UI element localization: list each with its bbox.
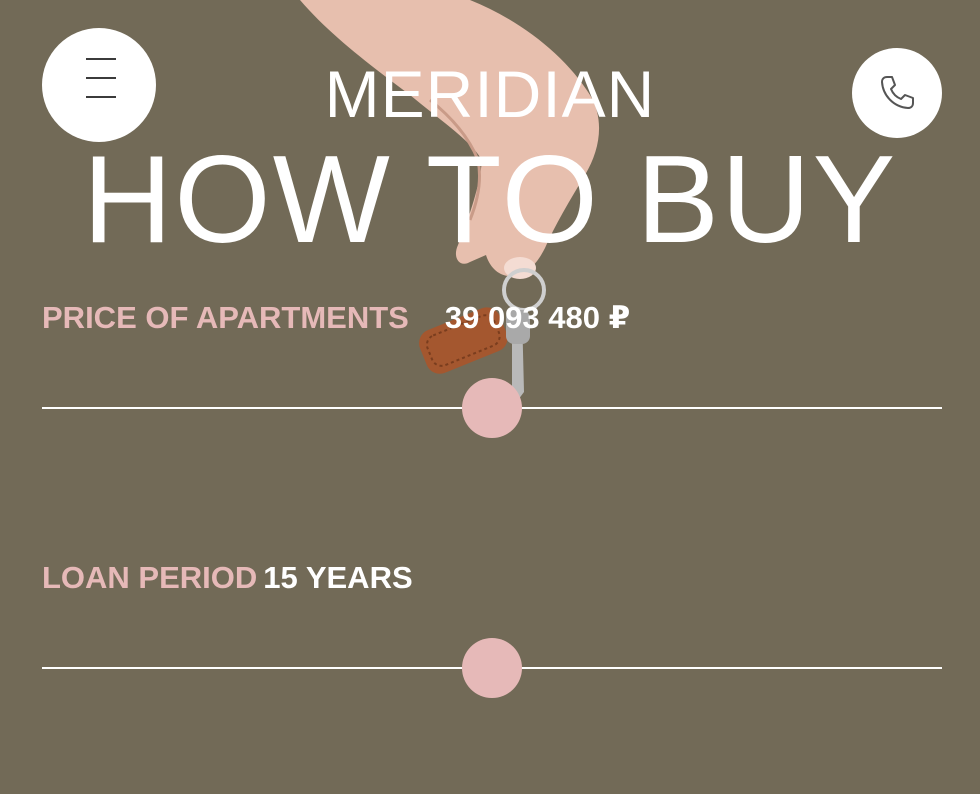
loan-period-slider[interactable]	[42, 638, 942, 698]
loan-period-slider-handle[interactable]	[462, 638, 522, 698]
loan-period-label: LOAN PERIOD	[42, 560, 258, 595]
loan-period-row: LOAN PERIOD 15 YEARS	[42, 560, 413, 596]
price-label: PRICE OF APARTMENTS	[42, 300, 409, 335]
price-slider[interactable]	[42, 378, 942, 438]
price-value: 39 093 480 ₽	[444, 300, 631, 335]
loan-period-value: 15 YEARS	[263, 560, 413, 595]
price-slider-handle[interactable]	[462, 378, 522, 438]
price-row: PRICE OF APARTMENTS 39 093 480 ₽	[42, 300, 630, 336]
page-title: HOW TO BUY	[82, 131, 898, 269]
brand-logo[interactable]: MERIDIAN	[0, 58, 980, 130]
phone-icon	[881, 76, 914, 109]
phone-button[interactable]	[852, 48, 942, 138]
